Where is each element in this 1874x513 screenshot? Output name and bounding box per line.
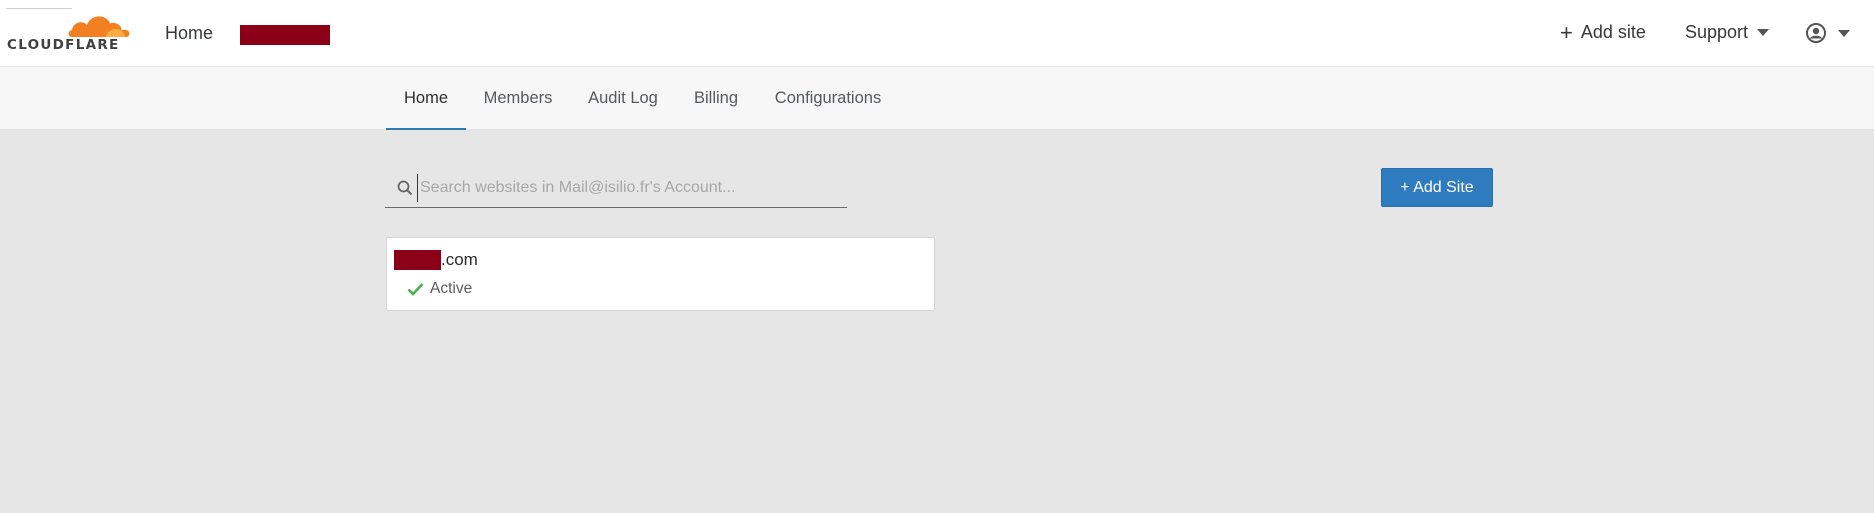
status-label: Active — [430, 280, 473, 297]
user-circle-icon — [1806, 23, 1826, 43]
user-menu-dropdown[interactable] — [1806, 23, 1850, 43]
chevron-down-icon — [1838, 29, 1850, 37]
domain-suffix: .com — [441, 250, 478, 269]
tab-billing[interactable]: Billing — [687, 67, 745, 130]
account-tab-bar: Home Members Audit Log Billing Configura… — [0, 67, 1874, 130]
support-dropdown[interactable]: Support — [1685, 22, 1770, 43]
domain-name-redacted — [394, 250, 441, 270]
tab-configurations[interactable]: Configurations — [767, 67, 889, 130]
tab-audit-log[interactable]: Audit Log — [580, 67, 666, 130]
top-header: CLOUDFLARE Home + Add site Support — [0, 0, 1874, 67]
logo-wordmark: CLOUDFLARE — [7, 37, 120, 53]
search-input[interactable] — [417, 174, 837, 202]
nav-home-link[interactable]: Home — [165, 23, 213, 44]
tab-home[interactable]: Home — [386, 67, 466, 130]
site-domain[interactable]: .com — [394, 250, 478, 270]
header-add-site-label: Add site — [1580, 22, 1646, 42]
site-card[interactable]: .com Active — [386, 237, 935, 311]
support-label: Support — [1685, 22, 1749, 42]
logo-divider — [6, 8, 72, 9]
search-icon — [397, 180, 413, 196]
cloud-logo-icon — [68, 16, 130, 37]
header-add-site-link[interactable]: + Add site — [1560, 19, 1646, 45]
check-icon — [407, 283, 424, 296]
chevron-down-icon — [1757, 29, 1770, 36]
account-switcher-redacted[interactable] — [240, 25, 330, 45]
add-site-button[interactable]: + Add Site — [1381, 168, 1493, 207]
status-badge: Active — [407, 280, 472, 298]
plus-icon: + — [1560, 19, 1573, 45]
site-search — [385, 170, 847, 208]
cloudflare-logo[interactable]: CLOUDFLARE — [6, 8, 130, 56]
tab-members[interactable]: Members — [477, 67, 559, 130]
